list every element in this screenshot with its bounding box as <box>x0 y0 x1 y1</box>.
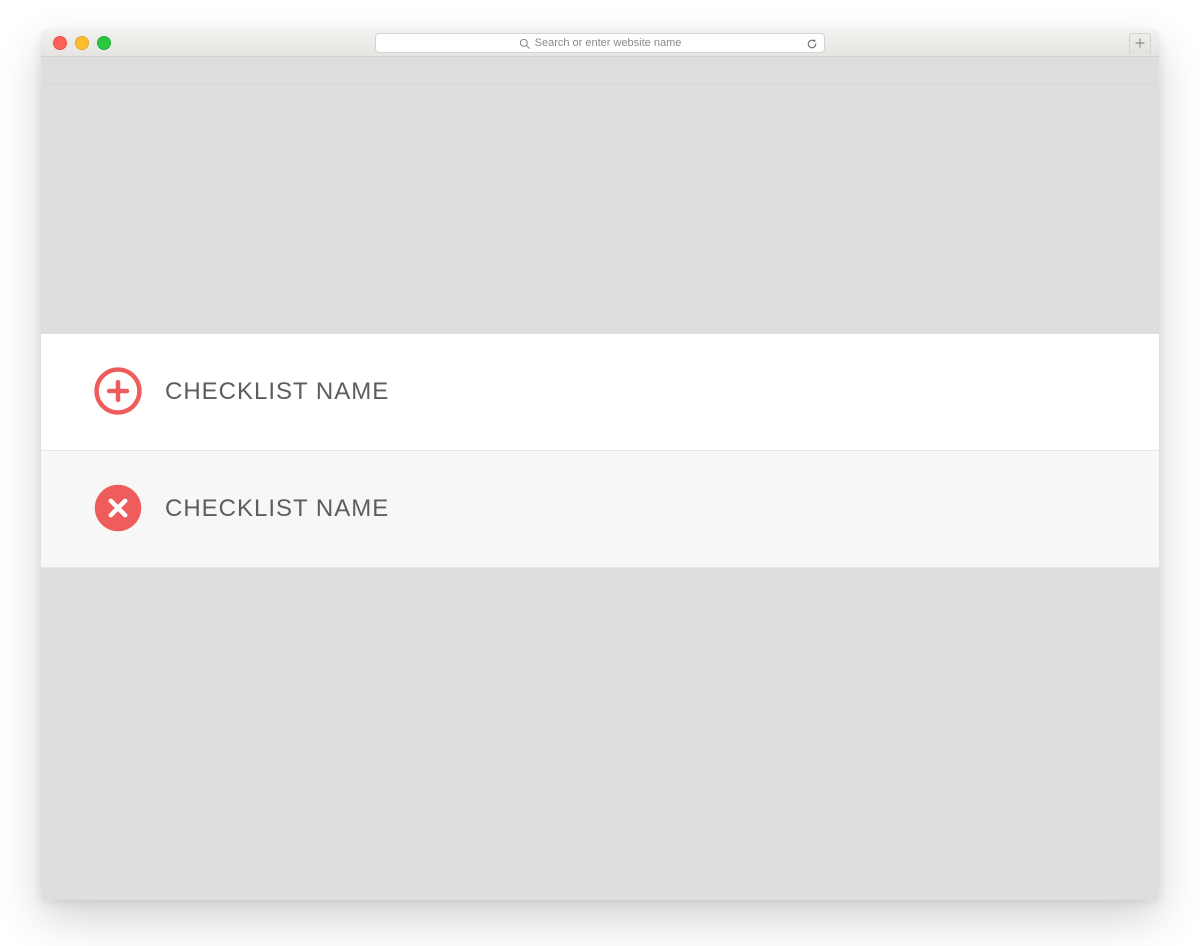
address-bar-wrap: Search or enter website name <box>375 34 825 52</box>
address-placeholder: Search or enter website name <box>519 37 682 49</box>
x-circle-icon <box>93 483 143 536</box>
tab-strip <box>41 57 1159 84</box>
checklist-row-remove[interactable]: CHECKLIST NAME <box>41 451 1159 568</box>
remove-checklist-button[interactable] <box>93 484 143 534</box>
reload-icon[interactable] <box>806 37 818 49</box>
address-bar[interactable]: Search or enter website name <box>375 33 825 53</box>
plus-icon <box>1135 35 1145 53</box>
search-icon <box>519 38 530 49</box>
address-placeholder-text: Search or enter website name <box>535 37 682 49</box>
window-zoom-button[interactable] <box>97 36 111 50</box>
new-tab-button[interactable] <box>1129 33 1151 54</box>
traffic-lights <box>41 36 111 50</box>
checklist-row-add[interactable]: CHECKLIST NAME <box>41 334 1159 451</box>
checklist-row-label: CHECKLIST NAME <box>165 378 389 406</box>
page-content: CHECKLIST NAME CHECKLIST NAME <box>41 84 1159 900</box>
checklist-row-label: CHECKLIST NAME <box>165 495 389 523</box>
window-minimize-button[interactable] <box>75 36 89 50</box>
add-checklist-button[interactable] <box>93 367 143 417</box>
page-spacer-top <box>41 84 1159 334</box>
window-close-button[interactable] <box>53 36 67 50</box>
title-bar: Search or enter website name <box>41 30 1159 57</box>
browser-window: Search or enter website name <box>41 30 1159 900</box>
plus-circle-icon <box>93 366 143 419</box>
